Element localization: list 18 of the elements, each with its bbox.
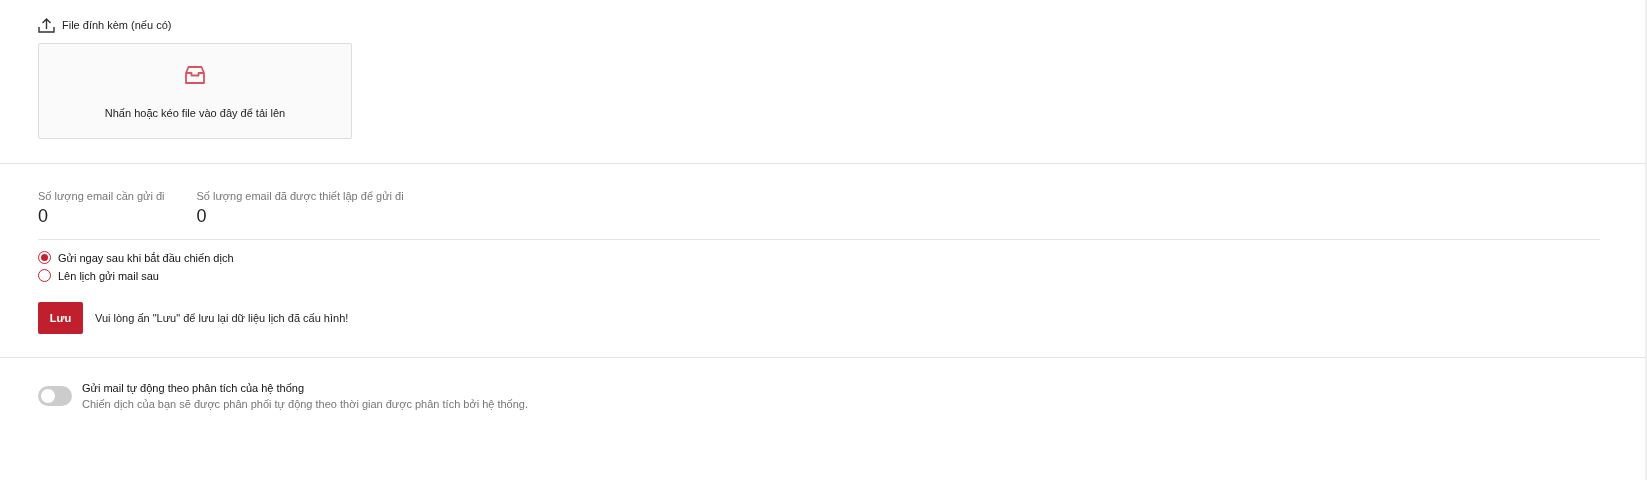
toggle-title: Gửi mail tự động theo phân tích của hệ thống: [82, 382, 306, 394]
upload-icon: [38, 17, 55, 33]
stat-value: 0: [38, 206, 49, 227]
save-hint: Vui lòng ấn "Lưu" để lưu lại dữ liệu lịch đã cấu hình!: [95, 312, 349, 324]
toggle-description: Chiến dịch của bạn sẽ được phân phối tự động theo thời gian được phân tích bởi hệ thống.: [82, 398, 528, 410]
stat-label: Số lượng email cần gửi đi: [38, 190, 165, 202]
stat-value: 0: [196, 206, 208, 227]
inbox-icon: [184, 65, 206, 85]
stat-label: Số lượng email đã được thiết lập để gửi đi: [196, 190, 404, 202]
save-button[interactable]: Lưu: [38, 302, 83, 334]
dropzone-text: Nhấn hoặc kéo file vào đây để tải lên: [104, 107, 286, 119]
attachment-label: File đính kèm (nếu có): [62, 19, 172, 31]
radio-option[interactable]: Lên lịch gửi mail sau: [38, 269, 1607, 282]
radio-label: Lên lịch gửi mail sau: [58, 269, 159, 282]
radio-label: Gửi ngay sau khi bắt đầu chiến dịch: [58, 251, 234, 264]
toggle-switch[interactable]: [38, 386, 72, 406]
radio-option[interactable]: Gửi ngay sau khi bắt đầu chiến dịch: [38, 251, 1607, 264]
upload-dropzone[interactable]: Nhấn hoặc kéo file vào đây để tải lên: [38, 43, 352, 139]
